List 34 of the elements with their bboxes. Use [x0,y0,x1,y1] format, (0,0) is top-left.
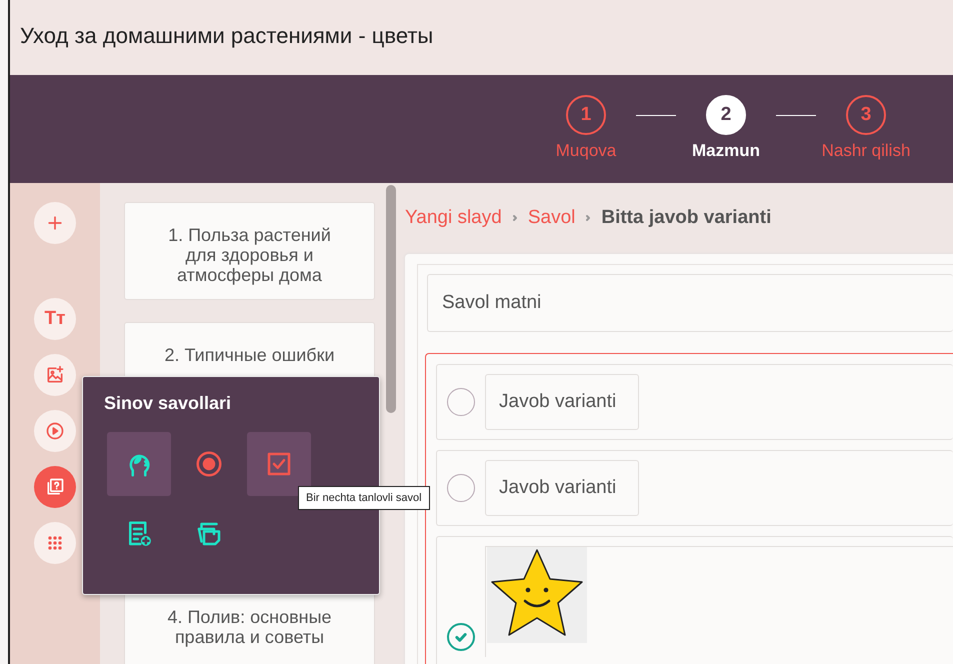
radio-icon [194,449,224,479]
answer-image-field[interactable] [485,546,953,657]
play-icon [45,421,65,441]
radio-button[interactable] [447,474,475,502]
slide-title: 2. Типичные ошибки [164,345,335,365]
step-label[interactable]: Nashr qilish [822,141,910,161]
scrollbar-thumb[interactable] [386,185,396,413]
correct-check-button[interactable] [447,622,475,650]
step-number[interactable]: 1 [566,95,606,135]
step-number[interactable]: 3 [846,95,886,135]
image-plus-icon [45,365,65,385]
slide-title: 4. Полив: основные правила и советы [166,607,333,647]
step-label[interactable]: Muqova [556,141,616,161]
step-number[interactable]: 2 [706,95,746,135]
question-cards-icon [45,477,65,497]
add-button[interactable] [34,202,76,244]
breadcrumb-link[interactable]: Yangi slayd [405,207,502,229]
quiz-button[interactable] [34,466,76,508]
head-profile-button[interactable] [107,432,171,496]
answer-field[interactable]: Javob varianti [485,460,639,516]
breadcrumb-link[interactable]: Savol [528,207,576,229]
text-tool-button[interactable]: Tт [34,298,76,340]
more-button[interactable] [34,522,76,564]
image-button[interactable] [34,354,76,396]
breadcrumb-current: Bitta javob varianti [601,207,772,229]
answer-field[interactable]: Javob varianti [485,374,639,430]
slide-title: 1. Польза растений для здоровья и атмосферы дома [167,225,332,285]
slide-card[interactable]: 1. Польза растений для здоровья и атмосферы дома [124,202,375,300]
video-button[interactable] [34,410,76,452]
question-field[interactable]: Savol matni [427,274,953,332]
tooltip: Bir nechta tanlovli savol [298,486,430,510]
window-title: Уход за домашними растениями - цветы [20,22,434,48]
step-label[interactable]: Mazmun [692,141,760,161]
radio-button[interactable] [447,388,475,416]
